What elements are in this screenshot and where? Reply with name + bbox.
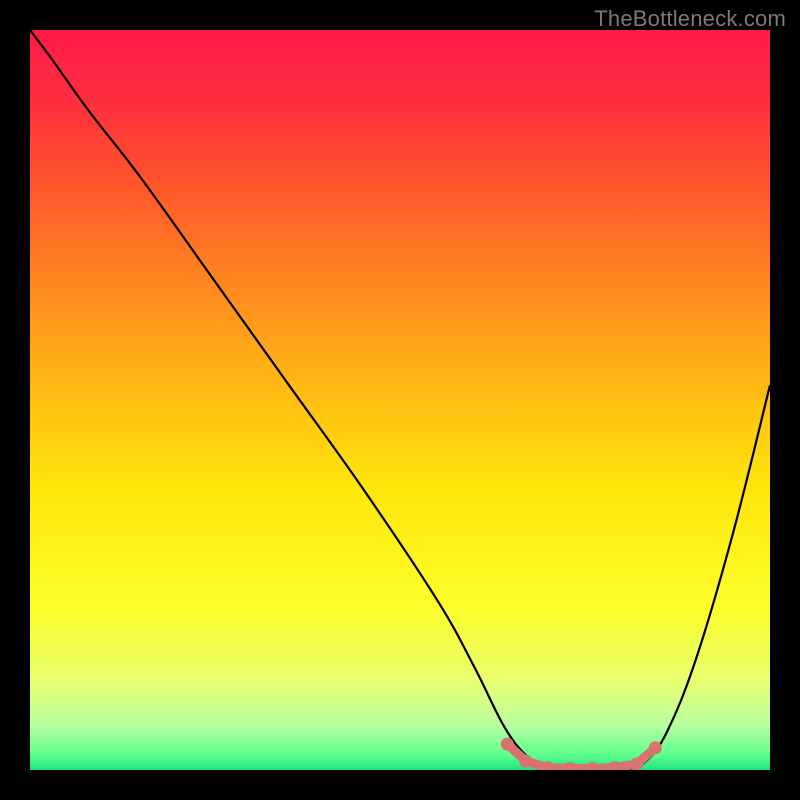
- highlight-dot: [630, 758, 643, 770]
- highlight-dot: [501, 738, 514, 751]
- gradient-background: [30, 30, 770, 770]
- highlight-dot: [519, 755, 532, 768]
- bottleneck-chart: [30, 30, 770, 770]
- highlight-dot: [649, 741, 662, 754]
- chart-frame: [30, 30, 770, 770]
- watermark-label: TheBottleneck.com: [594, 6, 786, 32]
